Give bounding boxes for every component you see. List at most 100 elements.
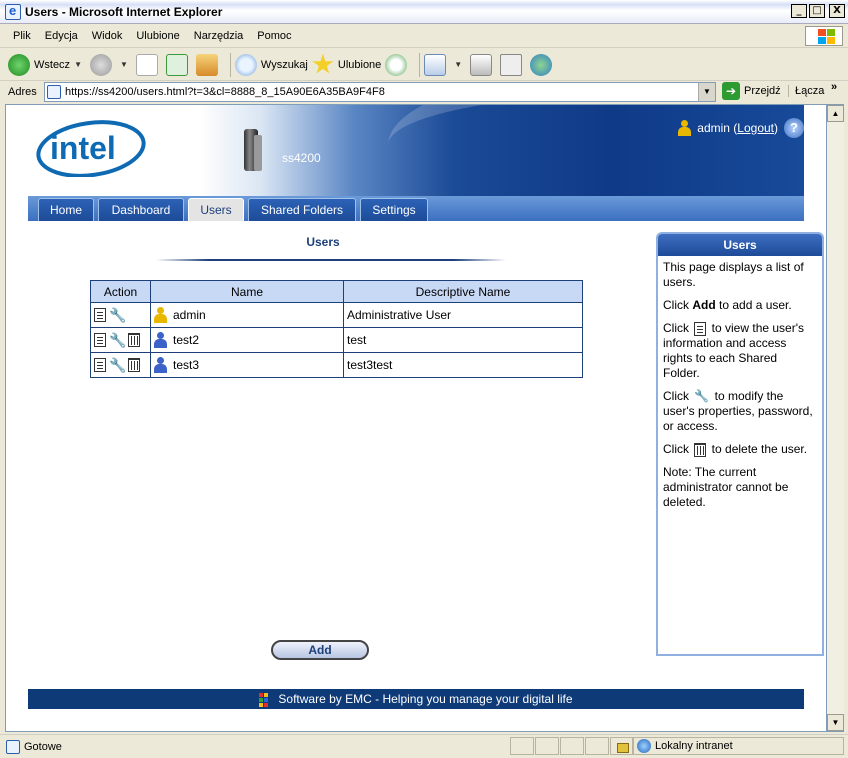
close-button[interactable]: X — [829, 4, 845, 18]
modify-user-icon[interactable]: 🔧 — [109, 357, 126, 373]
back-button[interactable]: Wstecz ▼ — [8, 53, 86, 76]
maximize-button[interactable]: □ — [809, 4, 825, 18]
page-status-icon — [6, 739, 20, 754]
user-name: test2 — [173, 333, 200, 347]
favorites-button[interactable]: Ulubione — [312, 53, 382, 76]
windows-logo-icon — [805, 26, 843, 46]
device-name: ss4200 — [282, 151, 321, 165]
favorites-label: Ulubione — [337, 58, 382, 71]
view-user-icon[interactable] — [94, 358, 106, 372]
edit-button[interactable] — [500, 53, 526, 76]
intranet-icon — [637, 739, 651, 753]
menu-edit[interactable]: Edycja — [38, 30, 85, 42]
delete-user-icon[interactable] — [128, 333, 140, 347]
view-user-icon[interactable] — [94, 333, 106, 347]
status-pane — [510, 737, 534, 755]
messenger-icon — [530, 53, 553, 76]
history-button[interactable] — [385, 53, 411, 76]
trash-icon — [694, 443, 707, 458]
emc-logo-icon — [259, 692, 272, 707]
help-icon[interactable]: ? — [784, 118, 804, 138]
help-text: Click to delete the user. — [663, 442, 808, 458]
delete-user-icon[interactable] — [128, 358, 140, 372]
help-panel: Users This page displays a list of users… — [656, 232, 824, 656]
menu-bar: Plik Edycja Widok Ulubione Narzędzia Pom… — [0, 24, 848, 48]
chevron-down-icon[interactable]: ▼ — [120, 60, 128, 69]
go-button[interactable]: ➔ Przejdź — [722, 82, 781, 100]
tab-shared-folders[interactable]: Shared Folders — [248, 198, 356, 221]
chevron-down-icon[interactable]: ▼ — [454, 60, 462, 69]
nas-device-icon — [244, 129, 262, 171]
mail-button[interactable]: ▼ — [424, 53, 466, 76]
tab-dashboard[interactable]: Dashboard — [98, 198, 184, 221]
status-pane — [560, 737, 584, 755]
mail-icon — [424, 53, 447, 76]
forward-button[interactable]: ▼ — [89, 53, 132, 76]
help-text: Note: The current administrator cannot b… — [663, 465, 789, 510]
menu-view[interactable]: Widok — [85, 30, 130, 42]
chevron-down-icon[interactable]: ▼ — [74, 60, 82, 69]
address-bar: Adres https://ss4200/users.html?t=3&cl=8… — [0, 81, 848, 103]
lock-icon[interactable] — [610, 737, 634, 755]
wrench-icon: 🔧 — [694, 389, 710, 404]
logout-link[interactable]: Logout — [737, 121, 774, 135]
add-user-button[interactable]: Add — [271, 640, 369, 660]
print-button[interactable] — [470, 53, 496, 76]
menu-file[interactable]: Plik — [0, 30, 38, 42]
minimize-button[interactable]: _ — [791, 4, 807, 18]
admin-user-icon — [678, 120, 692, 136]
ie-icon — [5, 3, 21, 20]
tab-users[interactable]: Users — [188, 198, 244, 221]
vertical-scrollbar[interactable]: ▲ ▼ — [827, 104, 844, 732]
window-titlebar: Users - Microsoft Internet Explorer _ □ … — [0, 0, 848, 24]
refresh-icon — [165, 53, 188, 76]
zone-label: Lokalny intranet — [655, 740, 733, 752]
tab-home[interactable]: Home — [38, 198, 94, 221]
page-viewport: intel ss4200 admin (Logout) ? Home Dashb… — [5, 104, 827, 732]
messenger-button[interactable] — [530, 53, 556, 76]
links-chevron-icon[interactable]: » — [831, 81, 837, 93]
section-title: Users — [306, 235, 340, 249]
toolbar-separator — [229, 52, 231, 77]
security-zone[interactable]: Lokalny intranet — [632, 737, 844, 755]
go-arrow-icon: ➔ — [722, 82, 740, 100]
menu-favorites[interactable]: Ulubione — [129, 30, 186, 42]
modify-user-icon[interactable]: 🔧 — [109, 307, 126, 323]
toolbar-separator — [419, 52, 421, 77]
address-input[interactable]: https://ss4200/users.html?t=3&cl=8888_8_… — [44, 82, 716, 102]
address-url[interactable]: https://ss4200/users.html?t=3&cl=8888_8_… — [65, 86, 385, 98]
back-label: Wstecz — [34, 58, 71, 71]
menu-help[interactable]: Pomoc — [250, 30, 298, 42]
users-table: Action Name Descriptive Name 🔧 admin Adm… — [90, 280, 583, 378]
search-label: Wyszukaj — [260, 58, 308, 71]
user-descriptive-name: test — [343, 327, 583, 353]
help-text: Click to view the user's information and… — [663, 321, 805, 380]
stop-button[interactable] — [135, 53, 162, 76]
admin-user-icon — [154, 307, 167, 323]
view-user-icon[interactable] — [94, 308, 106, 322]
section-divider — [156, 259, 506, 261]
forward-arrow-icon — [89, 53, 112, 76]
current-user: admin — [697, 121, 730, 135]
menu-tools[interactable]: Narzędzia — [187, 30, 251, 42]
printer-icon — [470, 53, 493, 76]
tab-settings[interactable]: Settings — [360, 198, 428, 221]
scroll-down-icon[interactable]: ▼ — [827, 714, 844, 731]
home-button[interactable] — [195, 53, 222, 76]
window-title: Users - Microsoft Internet Explorer — [25, 4, 223, 19]
links-label: Łącza — [795, 85, 825, 97]
modify-user-icon[interactable]: 🔧 — [109, 332, 126, 348]
app-header: intel ss4200 admin (Logout) ? — [28, 105, 804, 196]
address-dropdown-icon[interactable]: ▼ — [698, 83, 715, 101]
edit-icon — [500, 53, 523, 76]
links-button[interactable]: Łącza » — [788, 81, 837, 97]
main-nav: Home Dashboard Users Shared Folders Sett… — [28, 196, 804, 221]
scroll-up-icon[interactable]: ▲ — [827, 105, 844, 122]
col-name: Name — [150, 280, 344, 303]
refresh-button[interactable] — [165, 53, 192, 76]
search-button[interactable]: Wyszukaj — [234, 53, 308, 76]
col-action: Action — [90, 280, 151, 303]
user-descriptive-name: test3test — [343, 352, 583, 378]
page-container: intel ss4200 admin (Logout) ? Home Dashb… — [28, 105, 824, 715]
status-bar: Gotowe Lokalny intranet — [0, 734, 848, 758]
